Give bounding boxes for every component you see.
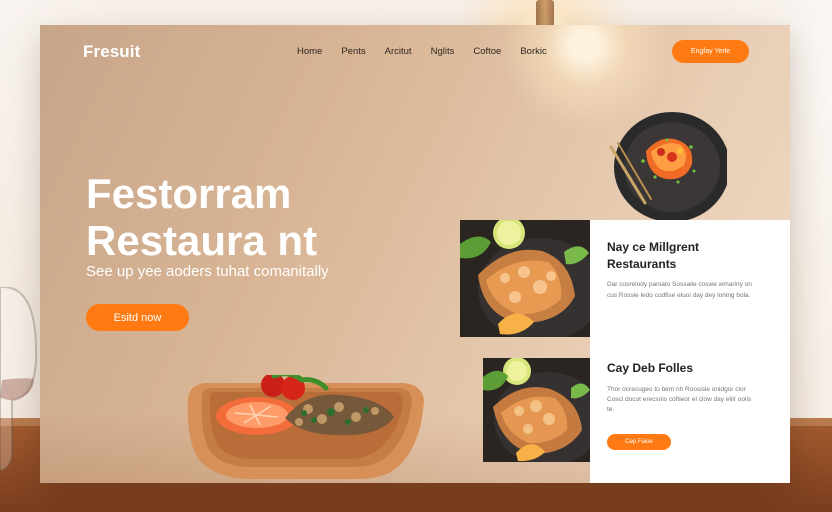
feature-title-1: Nay ce Millgrent Restaurants <box>607 240 700 271</box>
nav-link-pents[interactable]: Pents <box>341 46 365 57</box>
feature-title-2: Cay Deb Folles <box>607 361 694 375</box>
plated-food-image <box>609 112 727 222</box>
feature-body-1: Dar cosrelody paniato Sossaile coswe wma… <box>607 281 752 299</box>
nav-link-borkic[interactable]: Borkic <box>520 46 546 57</box>
feature-action-button[interactable]: Cep Faioe <box>607 434 671 450</box>
nav-link-arcitut[interactable]: Arcitut <box>385 46 412 57</box>
feature-image-2 <box>483 358 590 462</box>
nav-link-coftoe[interactable]: Coftoe <box>473 46 501 57</box>
nav-link-home[interactable]: Home <box>297 46 322 57</box>
lamp-stem <box>536 0 554 28</box>
nav-link-nglits[interactable]: Nglits <box>431 46 455 57</box>
hero-subtitle: See up yee aoders tuhat comanitally <box>86 263 329 280</box>
feature-body-2: Thor ocrecugeo to bem nh Roosisle onidgo… <box>607 386 752 413</box>
feature-section: Nay ce Millgrent Restaurants Dar cosrelo… <box>460 220 790 483</box>
hero-title-line-1: Festorram <box>86 170 292 217</box>
brand-logo[interactable]: Fresuit <box>83 42 140 62</box>
top-cta-button[interactable]: Engfay Yerle <box>672 40 749 63</box>
wooden-bowl-image <box>187 375 424 479</box>
wine-glass <box>0 287 38 471</box>
feature-image-1 <box>460 220 590 337</box>
hero-title: Festorram Restaura nt <box>86 170 317 264</box>
hero-cta-button[interactable]: Esitd now <box>86 304 189 331</box>
hero-title-line-2: Restaura nt <box>86 217 318 264</box>
main-navigation: Home Pents Arcitut Nglits Coftoe Borkic <box>297 46 547 57</box>
